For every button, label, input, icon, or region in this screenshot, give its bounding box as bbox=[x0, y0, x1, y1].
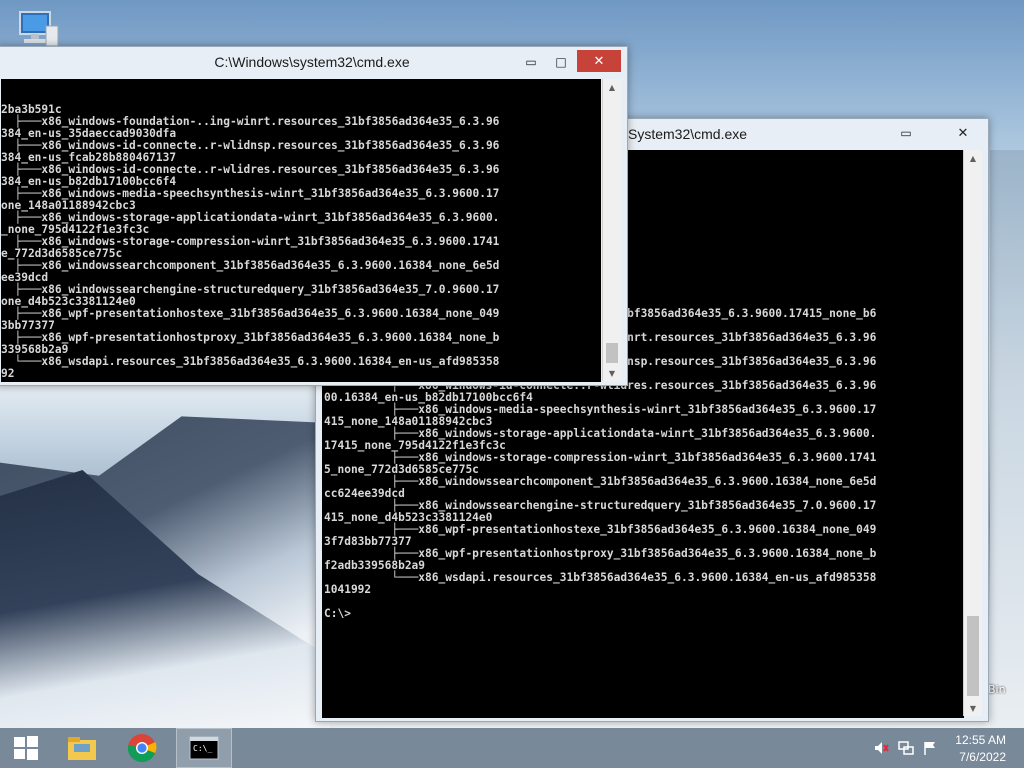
scrollbar-front[interactable]: ▲ ▼ bbox=[963, 150, 982, 716]
scroll-down-arrow-icon[interactable]: ▼ bbox=[964, 700, 982, 716]
console-lines: 2ba3b591c ├───x86_windows-foundation-..i… bbox=[1, 104, 601, 380]
command-prompt-icon: C:\_ bbox=[189, 736, 219, 760]
desktop-wallpaper-edge bbox=[990, 150, 1024, 730]
console-line: └───x86_wsdapi.resources_31bf3856ad364e3… bbox=[1, 355, 500, 368]
cmd-window-back[interactable]: C:\Windows\system32\cmd.exe ▭ □ ✕ 2ba3b5… bbox=[0, 46, 628, 386]
scrollbar-back[interactable]: ▲ ▼ bbox=[602, 79, 621, 381]
window-title-front: System32\cmd.exe bbox=[628, 126, 748, 142]
clock-date: 7/6/2022 bbox=[959, 750, 1006, 764]
close-button[interactable]: ✕ bbox=[942, 123, 984, 143]
start-button[interactable] bbox=[0, 728, 52, 768]
console-output-back[interactable]: 2ba3b591c ├───x86_windows-foundation-..i… bbox=[1, 79, 601, 382]
chrome-icon bbox=[127, 734, 157, 763]
scroll-thumb[interactable] bbox=[967, 616, 979, 696]
svg-text:C:\_: C:\_ bbox=[193, 744, 212, 753]
clock-time: 12:55 AM bbox=[955, 733, 1006, 747]
scroll-up-arrow-icon[interactable]: ▲ bbox=[964, 150, 982, 166]
console-line: 92 bbox=[1, 367, 15, 380]
action-center-flag-icon[interactable] bbox=[922, 741, 938, 755]
file-explorer-button[interactable] bbox=[56, 728, 108, 768]
minimize-button[interactable]: ▭ bbox=[891, 123, 921, 143]
chrome-button[interactable] bbox=[116, 728, 168, 768]
console-line: ├───x86_windowssearchcomponent_31bf3856a… bbox=[324, 475, 877, 488]
system-clock[interactable]: 12:55 AM 7/6/2022 bbox=[955, 732, 1006, 766]
folder-icon bbox=[68, 737, 96, 760]
close-button[interactable]: ✕ bbox=[577, 50, 621, 72]
console-line: 1041992 bbox=[324, 583, 372, 596]
console-line: ├───x86_wpf-presentationhostproxy_31bf38… bbox=[1, 331, 500, 344]
speaker-muted-icon[interactable] bbox=[873, 741, 889, 755]
console-line: C:\> bbox=[324, 607, 351, 620]
scroll-thumb[interactable] bbox=[606, 343, 618, 363]
console-line: ├───x86_wpf-presentationhostexe_31bf3856… bbox=[324, 523, 877, 536]
console-line: └───x86_wsdapi.resources_31bf3856ad364e3… bbox=[324, 571, 877, 584]
scroll-up-arrow-icon[interactable]: ▲ bbox=[603, 79, 621, 95]
this-pc-icon[interactable] bbox=[14, 8, 60, 50]
minimize-button[interactable]: ▭ bbox=[517, 52, 545, 72]
console-line: ├───x86_wpf-presentationhostexe_31bf3856… bbox=[1, 307, 500, 320]
windows-logo-icon bbox=[14, 736, 38, 760]
scroll-down-arrow-icon[interactable]: ▼ bbox=[603, 365, 621, 381]
taskbar: C:\_ 12:55 AM 7/6/2022 bbox=[0, 728, 1024, 768]
maximize-button[interactable]: □ bbox=[547, 52, 575, 72]
recycle-bin-label[interactable]: Bin bbox=[988, 683, 1006, 696]
network-icon[interactable] bbox=[898, 741, 914, 755]
console-line: ├───x86_windowssearchcomponent_31bf3856a… bbox=[1, 259, 500, 272]
cmd-taskbar-button[interactable]: C:\_ bbox=[176, 728, 232, 768]
